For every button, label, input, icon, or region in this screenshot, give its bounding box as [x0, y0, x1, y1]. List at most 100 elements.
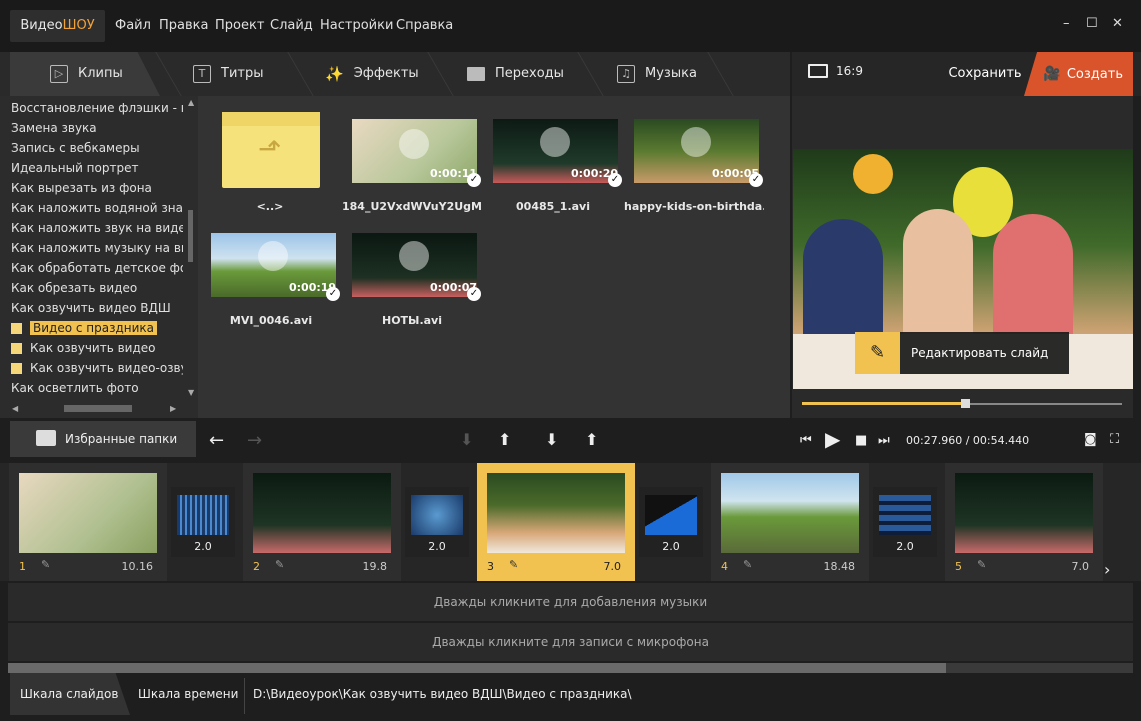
tab-clips[interactable]: ▷ Клипы: [50, 52, 123, 96]
timeline-slide[interactable]: 4 ✎ 18.48: [711, 463, 869, 581]
insert-above-icon[interactable]: ⬆: [585, 430, 598, 449]
clip-name: happy-kids-on-birthda...: [624, 200, 764, 213]
play-icon: [258, 241, 288, 271]
timeline-slide[interactable]: 5 ✎ 7.0: [945, 463, 1103, 581]
seek-handle[interactable]: [961, 399, 971, 408]
pencil-icon[interactable]: ✎: [855, 332, 900, 374]
forward-arrow-icon[interactable]: →: [247, 430, 262, 451]
music-track[interactable]: Дважды кликните для добавления музыки: [8, 583, 1133, 621]
skip-forward-icon[interactable]: ⏭: [878, 433, 890, 448]
pencil-icon[interactable]: ✎: [743, 558, 752, 571]
slide-thumbnail: [487, 473, 625, 553]
tab-titles[interactable]: T Титры: [193, 52, 263, 96]
menu-settings[interactable]: Настройки: [320, 18, 393, 33]
save-button[interactable]: Сохранить: [940, 52, 1030, 96]
move-up-icon[interactable]: ⬆: [498, 430, 511, 449]
close-icon[interactable]: ✕: [1112, 16, 1123, 31]
chevron-right-icon[interactable]: ›: [1104, 560, 1110, 579]
menu-file[interactable]: Файл: [115, 18, 151, 33]
scroll-right-icon[interactable]: ▶: [170, 404, 176, 413]
scroll-thumb[interactable]: [188, 210, 193, 262]
tree-item[interactable]: Как вырезать из фона: [11, 179, 183, 197]
menu-edit[interactable]: Правка: [159, 18, 208, 33]
maximize-icon[interactable]: ☐: [1086, 16, 1098, 31]
tree-item[interactable]: Восстановление флэшки - но: [11, 99, 183, 117]
scroll-thumb[interactable]: [64, 405, 132, 412]
tree-item[interactable]: Запись с вебкамеры: [11, 139, 183, 157]
slide-duration: 7.0: [603, 560, 622, 573]
divider: [244, 678, 245, 714]
tree-item[interactable]: Как наложить музыку на вид: [11, 239, 183, 257]
timeline-slide[interactable]: 2 ✎ 19.8: [243, 463, 401, 581]
tab-slide-view[interactable]: Шкала слайдов: [10, 673, 130, 715]
create-label: Создать: [1066, 67, 1123, 82]
scroll-up-icon[interactable]: ▲: [188, 98, 194, 107]
menu-slide[interactable]: Слайд: [270, 18, 313, 33]
timeline-slide[interactable]: 1 ✎ 10.16: [9, 463, 167, 581]
pencil-icon[interactable]: ✎: [41, 558, 50, 571]
tab-transitions[interactable]: Переходы: [467, 52, 564, 96]
timeline-transition[interactable]: 2.0: [639, 487, 703, 557]
snapshot-icon[interactable]: ◙: [1084, 432, 1097, 447]
tab-effects[interactable]: ✨ Эффекты: [325, 52, 419, 96]
pencil-icon[interactable]: ✎: [509, 558, 518, 571]
fullscreen-icon[interactable]: ⛶: [1110, 432, 1119, 447]
tree-item[interactable]: Как обработать детское фото: [11, 259, 183, 277]
slide-number: 2: [253, 560, 260, 573]
timeline-transition[interactable]: 2.0: [405, 487, 469, 557]
tab-label: Титры: [221, 66, 264, 81]
menu-help[interactable]: Справка: [396, 18, 453, 33]
edit-slide-label: Редактировать слайд: [911, 346, 1049, 360]
music-icon: ♫: [617, 65, 635, 83]
back-arrow-icon[interactable]: ←: [209, 430, 224, 451]
tree-folder-selected[interactable]: Видео с праздника: [11, 319, 183, 337]
slide-number: 5: [955, 560, 962, 573]
scroll-left-icon[interactable]: ◀: [12, 404, 18, 413]
menu-project[interactable]: Проект: [215, 18, 264, 33]
play-icon[interactable]: ▶: [825, 427, 840, 451]
timeline-transition[interactable]: 2.0: [171, 487, 235, 557]
play-icon: [681, 127, 711, 157]
timeline-transition[interactable]: 2.0: [873, 487, 937, 557]
timeline-scroll-thumb[interactable]: [8, 663, 946, 673]
time-readout: 00:27.960 / 00:54.440: [906, 434, 1029, 447]
tree-item[interactable]: Замена звука: [11, 119, 183, 137]
parent-folder-tile[interactable]: ⬏: [222, 112, 320, 188]
pencil-icon[interactable]: ✎: [275, 558, 284, 571]
slide-number: 4: [721, 560, 728, 573]
scroll-down-icon[interactable]: ▼: [188, 388, 194, 397]
slide-thumbnail: [19, 473, 157, 553]
aspect-label: 16:9: [836, 64, 863, 78]
slide-number: 3: [487, 560, 494, 573]
minimize-icon[interactable]: –: [1063, 16, 1070, 31]
transition-duration: 2.0: [662, 540, 680, 553]
aspect-ratio-button[interactable]: 16:9: [808, 64, 863, 78]
tree-item[interactable]: Как осветлить фото: [11, 379, 183, 397]
create-button[interactable]: 🎥 Создать: [1024, 52, 1133, 96]
up-arrow-icon: ⬏: [258, 132, 282, 165]
stop-icon[interactable]: ■: [855, 433, 867, 448]
total-time: 00:54.440: [972, 434, 1030, 447]
tree-item[interactable]: Как наложить звук на видео: [11, 219, 183, 237]
check-icon: ✓: [467, 173, 481, 187]
insert-below-icon[interactable]: ⬇: [545, 430, 558, 449]
seek-progress: [802, 402, 966, 405]
transition-thumbnail: [411, 495, 463, 535]
tree-item[interactable]: Идеальный портрет: [11, 159, 183, 177]
skip-back-icon[interactable]: ⏮: [800, 433, 812, 448]
tab-time-view[interactable]: Шкала времени: [138, 687, 238, 701]
tree-folder[interactable]: Как озвучить видео-озвуч: [11, 359, 183, 377]
tree-item[interactable]: Как озвучить видео ВДШ: [11, 299, 183, 317]
tree-item[interactable]: Как обрезать видео: [11, 279, 183, 297]
transition-duration: 2.0: [428, 540, 446, 553]
app-logo[interactable]: ВидеоШОУ: [10, 10, 105, 42]
pencil-icon[interactable]: ✎: [977, 558, 986, 571]
microphone-track[interactable]: Дважды кликните для записи с микрофона: [8, 623, 1133, 661]
folder-tab: [222, 112, 320, 126]
timeline-slide-selected[interactable]: 3 ✎ 7.0: [477, 463, 635, 581]
move-down-icon[interactable]: ⬇: [460, 430, 473, 449]
tree-item[interactable]: Как наложить водяной знак: [11, 199, 183, 217]
tab-music[interactable]: ♫ Музыка: [617, 52, 697, 96]
clip-name: 00485_1.avi: [516, 200, 590, 213]
tree-folder[interactable]: Как озвучить видео: [11, 339, 183, 357]
